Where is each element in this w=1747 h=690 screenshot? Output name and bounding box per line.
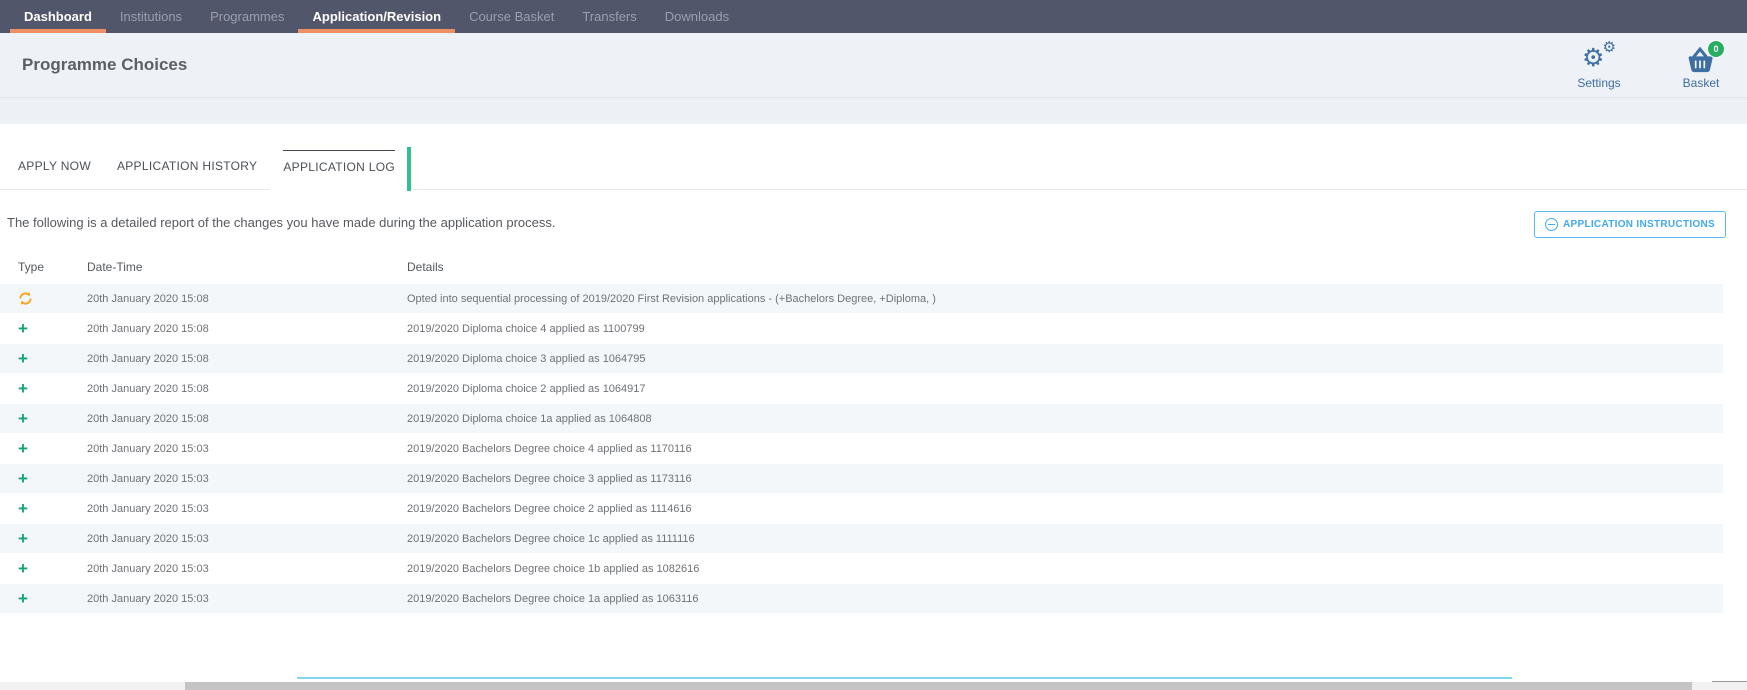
scrollbar-corner xyxy=(1712,681,1747,682)
refresh-icon xyxy=(18,291,33,306)
plus-icon: + xyxy=(18,500,28,517)
row-details: 2019/2020 Bachelors Degree choice 3 appl… xyxy=(407,473,1723,485)
plus-icon: + xyxy=(18,380,28,397)
plus-icon: + xyxy=(18,440,28,457)
page-header: Programme Choices ⚙⚙ Settings 0 Basket xyxy=(0,33,1747,97)
nav-item-label: Programmes xyxy=(210,9,284,24)
column-header-type: Type xyxy=(0,260,87,274)
nav-item-downloads[interactable]: Downloads xyxy=(651,0,743,33)
nav-item-course-basket[interactable]: Course Basket xyxy=(455,0,568,33)
horizontal-scrollbar[interactable] xyxy=(0,682,1747,690)
nav-item-label: Transfers xyxy=(582,9,636,24)
circle-minus-icon xyxy=(1545,218,1558,231)
nav-item-institutions[interactable]: Institutions xyxy=(106,0,196,33)
table-row: + 20th January 2020 15:03 2019/2020 Bach… xyxy=(0,464,1723,494)
row-details: 2019/2020 Diploma choice 4 applied as 11… xyxy=(407,323,1723,335)
table-row: + 20th January 2020 15:08 2019/2020 Dipl… xyxy=(0,374,1723,404)
basket-label: Basket xyxy=(1683,76,1720,90)
row-details: Opted into sequential processing of 2019… xyxy=(407,293,1723,305)
row-datetime: 20th January 2020 15:03 xyxy=(87,563,407,575)
settings-button[interactable]: ⚙⚙ Settings xyxy=(1577,46,1621,90)
row-details: 2019/2020 Bachelors Degree choice 4 appl… xyxy=(407,443,1723,455)
tab-application-history[interactable]: APPLICATION HISTORY xyxy=(104,143,270,189)
bottom-accent-line xyxy=(297,677,1512,679)
row-datetime: 20th January 2020 15:08 xyxy=(87,323,407,335)
row-datetime: 20th January 2020 15:03 xyxy=(87,593,407,605)
nav-item-transfers[interactable]: Transfers xyxy=(568,0,650,33)
row-datetime: 20th January 2020 15:03 xyxy=(87,503,407,515)
basket-button[interactable]: 0 Basket xyxy=(1679,46,1723,90)
nav-item-label: Application/Revision xyxy=(312,9,441,24)
nav-item-dashboard[interactable]: Dashboard xyxy=(10,0,106,33)
row-datetime: 20th January 2020 15:03 xyxy=(87,533,407,545)
plus-icon: + xyxy=(18,560,28,577)
header-sub-band xyxy=(0,97,1747,124)
table-row: + 20th January 2020 15:08 2019/2020 Dipl… xyxy=(0,314,1723,344)
column-header-details: Details xyxy=(407,260,1723,274)
plus-icon: + xyxy=(18,590,28,607)
table-body: 20th January 2020 15:08 Opted into seque… xyxy=(0,284,1723,614)
application-instructions-label: APPLICATION INSTRUCTIONS xyxy=(1563,219,1715,230)
table-row: + 20th January 2020 15:03 2019/2020 Bach… xyxy=(0,584,1723,614)
plus-icon: + xyxy=(18,320,28,337)
nav-item-label: Downloads xyxy=(665,9,729,24)
nav-item-programmes[interactable]: Programmes xyxy=(196,0,298,33)
page-title: Programme Choices xyxy=(22,55,187,75)
plus-icon: + xyxy=(18,410,28,427)
column-header-datetime: Date-Time xyxy=(87,260,407,274)
table-header-row: Type Date-Time Details xyxy=(0,254,1723,280)
gear-icon: ⚙⚙ xyxy=(1582,46,1616,74)
top-navigation: Dashboard Institutions Programmes Applic… xyxy=(0,0,1747,33)
row-datetime: 20th January 2020 15:08 xyxy=(87,293,407,305)
horizontal-scrollbar-thumb[interactable] xyxy=(185,682,1692,690)
row-details: 2019/2020 Bachelors Degree choice 1a app… xyxy=(407,593,1723,605)
nav-item-label: Course Basket xyxy=(469,9,554,24)
basket-count-badge: 0 xyxy=(1707,40,1725,58)
row-datetime: 20th January 2020 15:08 xyxy=(87,383,407,395)
tab-apply-now[interactable]: APPLY NOW xyxy=(5,143,104,189)
nav-item-label: Dashboard xyxy=(24,9,92,24)
table-row: + 20th January 2020 15:03 2019/2020 Bach… xyxy=(0,494,1723,524)
tab-label: APPLY NOW xyxy=(18,159,91,173)
table-row: + 20th January 2020 15:08 2019/2020 Dipl… xyxy=(0,404,1723,434)
row-details: 2019/2020 Diploma choice 1a applied as 1… xyxy=(407,413,1723,425)
plus-icon: + xyxy=(18,530,28,547)
row-details: 2019/2020 Diploma choice 3 applied as 10… xyxy=(407,353,1723,365)
row-datetime: 20th January 2020 15:03 xyxy=(87,473,407,485)
row-details: 2019/2020 Bachelors Degree choice 1c app… xyxy=(407,533,1723,545)
plus-icon: + xyxy=(18,470,28,487)
nav-item-label: Institutions xyxy=(120,9,182,24)
row-details: 2019/2020 Diploma choice 2 applied as 10… xyxy=(407,383,1723,395)
tab-label: APPLICATION HISTORY xyxy=(117,159,257,173)
tab-application-log[interactable]: APPLICATION LOG xyxy=(270,143,408,190)
application-log-table: Type Date-Time Details 20th January 2020… xyxy=(0,254,1723,614)
table-row: 20th January 2020 15:08 Opted into seque… xyxy=(0,284,1723,314)
table-row: + 20th January 2020 15:03 2019/2020 Bach… xyxy=(0,554,1723,584)
plus-icon: + xyxy=(18,350,28,367)
tab-bar: APPLY NOW APPLICATION HISTORY APPLICATIO… xyxy=(0,143,1747,190)
table-row: + 20th January 2020 15:08 2019/2020 Dipl… xyxy=(0,344,1723,374)
nav-item-application-revision[interactable]: Application/Revision xyxy=(298,0,455,33)
row-datetime: 20th January 2020 15:08 xyxy=(87,413,407,425)
tab-label: APPLICATION LOG xyxy=(283,160,395,174)
application-instructions-button[interactable]: APPLICATION INSTRUCTIONS xyxy=(1534,211,1726,238)
row-details: 2019/2020 Bachelors Degree choice 1b app… xyxy=(407,563,1723,575)
row-details: 2019/2020 Bachelors Degree choice 2 appl… xyxy=(407,503,1723,515)
table-row: + 20th January 2020 15:03 2019/2020 Bach… xyxy=(0,524,1723,554)
row-datetime: 20th January 2020 15:03 xyxy=(87,443,407,455)
log-description: The following is a detailed report of th… xyxy=(7,215,556,230)
table-row: + 20th January 2020 15:03 2019/2020 Bach… xyxy=(0,434,1723,464)
row-datetime: 20th January 2020 15:08 xyxy=(87,353,407,365)
settings-label: Settings xyxy=(1577,76,1620,90)
